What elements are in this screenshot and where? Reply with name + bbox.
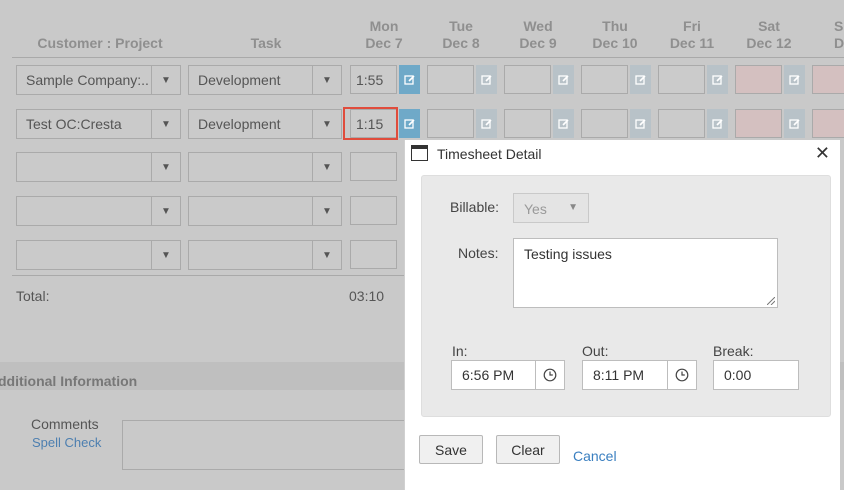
- chevron-down-icon: ▼: [151, 66, 180, 94]
- total-value: 03:10: [349, 288, 385, 304]
- chevron-down-icon: ▼: [312, 153, 341, 181]
- clear-button[interactable]: Clear: [496, 435, 560, 464]
- total-divider: [12, 275, 404, 276]
- customer-select[interactable]: Sample Company:... ▼: [16, 65, 181, 95]
- out-time-input[interactable]: 8:11 PM: [582, 360, 697, 390]
- task-select[interactable]: ▼: [188, 196, 342, 226]
- dialog-title: Timesheet Detail: [437, 146, 542, 162]
- time-cell-sat[interactable]: [735, 65, 782, 94]
- edit-icon[interactable]: [707, 65, 728, 94]
- highlight-box: [343, 107, 398, 140]
- chevron-down-icon: ▼: [151, 110, 180, 138]
- chevron-down-icon: ▼: [151, 197, 180, 225]
- in-label: In:: [452, 343, 468, 359]
- spell-check-link[interactable]: Spell Check: [32, 435, 101, 450]
- edit-icon[interactable]: [399, 109, 420, 138]
- edit-icon[interactable]: [630, 109, 651, 138]
- header-customer-project: Customer : Project: [37, 35, 163, 51]
- task-select[interactable]: Development ▼: [188, 65, 342, 95]
- time-cell-mon[interactable]: 1:55: [350, 65, 397, 94]
- time-cell-tue[interactable]: [427, 65, 474, 94]
- task-select[interactable]: Development ▼: [188, 109, 342, 139]
- header-day-wed: Wed Dec 9: [519, 18, 557, 51]
- edit-icon[interactable]: [707, 109, 728, 138]
- time-cell-thu[interactable]: [581, 109, 628, 138]
- cancel-link[interactable]: Cancel: [573, 448, 617, 464]
- time-cell-mon[interactable]: [350, 196, 397, 225]
- total-label: Total:: [16, 288, 50, 304]
- chevron-down-icon: ▼: [312, 66, 341, 94]
- edit-icon[interactable]: [399, 65, 420, 94]
- timesheet-detail-dialog: Timesheet Detail ✕ Billable: Yes ▼ Notes…: [404, 140, 840, 490]
- header-day-sun: SDe: [834, 18, 844, 51]
- out-label: Out:: [582, 343, 609, 359]
- break-input[interactable]: 0:00: [713, 360, 799, 390]
- header-day-tue: Tue Dec 8: [442, 18, 480, 51]
- chevron-down-icon: ▼: [312, 197, 341, 225]
- edit-icon[interactable]: [476, 65, 497, 94]
- chevron-down-icon: ▼: [151, 241, 180, 269]
- customer-select[interactable]: Test OC:Cresta ▼: [16, 109, 181, 139]
- comments-textarea[interactable]: [122, 420, 412, 470]
- comments-label: Comments: [31, 416, 99, 432]
- task-select[interactable]: ▼: [188, 240, 342, 270]
- time-cell-sat[interactable]: [735, 109, 782, 138]
- header-day-thu: Thu Dec 10: [592, 18, 638, 51]
- time-cell-thu[interactable]: [581, 65, 628, 94]
- header-task: Task: [250, 35, 282, 51]
- edit-icon[interactable]: [553, 109, 574, 138]
- edit-icon[interactable]: [784, 65, 805, 94]
- billable-label: Billable:: [450, 199, 500, 215]
- task-select[interactable]: ▼: [188, 152, 342, 182]
- resize-handle-icon[interactable]: [767, 297, 775, 305]
- customer-select[interactable]: ▼: [16, 152, 181, 182]
- time-cell-fri[interactable]: [658, 65, 705, 94]
- header-divider: [12, 57, 844, 58]
- close-icon[interactable]: ✕: [815, 144, 830, 162]
- customer-select[interactable]: ▼: [16, 196, 181, 226]
- edit-icon[interactable]: [784, 109, 805, 138]
- save-button[interactable]: Save: [419, 435, 483, 464]
- chevron-down-icon: ▼: [568, 202, 578, 213]
- edit-icon[interactable]: [630, 65, 651, 94]
- time-cell-sun[interactable]: [812, 65, 844, 94]
- time-cell-mon[interactable]: [350, 152, 397, 181]
- header-day-fri: Fri Dec 11: [669, 18, 715, 51]
- notes-textarea[interactable]: Testing issues: [513, 238, 778, 308]
- detail-panel: Billable: Yes ▼ Notes: Testing issues In…: [421, 175, 831, 417]
- time-cell-tue[interactable]: [427, 109, 474, 138]
- clock-icon[interactable]: [667, 361, 696, 389]
- break-label: Break:: [713, 343, 754, 359]
- time-cell-wed[interactable]: [504, 109, 551, 138]
- in-time-input[interactable]: 6:56 PM: [451, 360, 565, 390]
- time-cell-fri[interactable]: [658, 109, 705, 138]
- notes-label: Notes:: [458, 245, 499, 261]
- chevron-down-icon: ▼: [312, 110, 341, 138]
- billable-select[interactable]: Yes ▼: [513, 193, 589, 223]
- edit-icon[interactable]: [476, 109, 497, 138]
- window-icon: [411, 145, 428, 161]
- header-day-mon: Mon Dec 7: [365, 18, 403, 51]
- chevron-down-icon: ▼: [312, 241, 341, 269]
- clock-icon[interactable]: [535, 361, 564, 389]
- customer-select[interactable]: ▼: [16, 240, 181, 270]
- time-cell-mon[interactable]: [350, 240, 397, 269]
- time-cell-sun[interactable]: [812, 109, 844, 138]
- additional-info-title: dditional Information: [0, 373, 138, 389]
- chevron-down-icon: ▼: [151, 153, 180, 181]
- header-day-sat: Sat Dec 12: [746, 18, 792, 51]
- time-cell-wed[interactable]: [504, 65, 551, 94]
- edit-icon[interactable]: [553, 65, 574, 94]
